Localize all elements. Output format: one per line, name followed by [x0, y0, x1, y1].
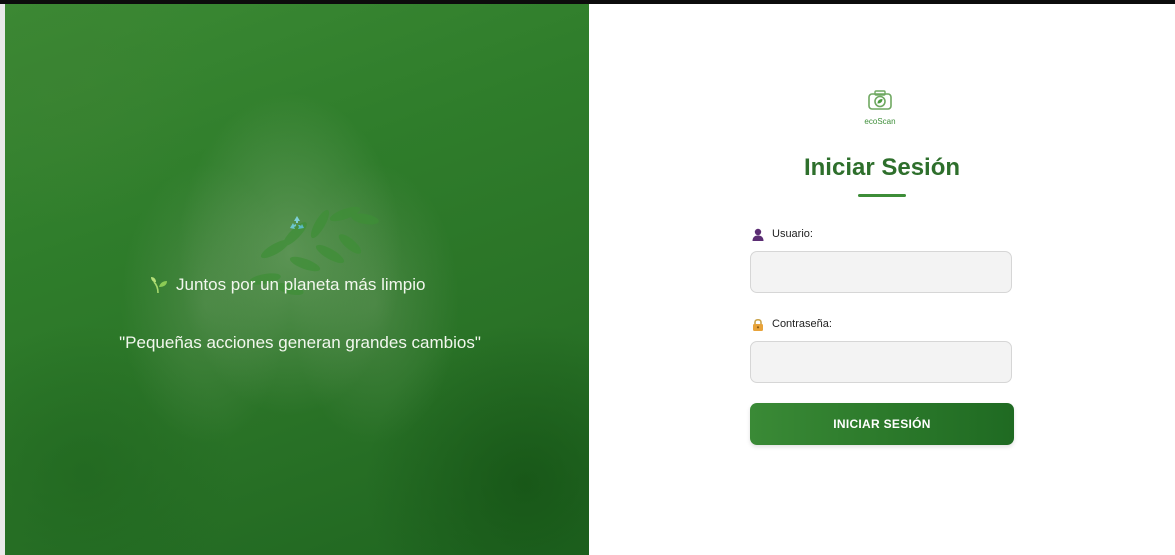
lock-icon	[753, 318, 763, 331]
login-page: Juntos por un planeta más limpio "Pequeñ…	[0, 0, 1175, 555]
login-button[interactable]: INICIAR SESIÓN	[750, 403, 1014, 445]
title-underline	[858, 194, 906, 197]
hero-quote: "Pequeñas acciones generan grandes cambi…	[119, 333, 481, 352]
ecoscan-logo: ecoScan	[852, 89, 908, 131]
username-label: Usuario:	[752, 226, 813, 242]
hero-tagline-text: Juntos por un planeta más limpio	[176, 275, 426, 294]
user-icon	[752, 228, 764, 241]
logo-text: ecoScan	[864, 117, 896, 126]
password-label-text: Contraseña:	[772, 318, 832, 330]
fern-leaves-illustration	[249, 206, 379, 296]
password-input[interactable]	[750, 341, 1012, 383]
page-title: Iniciar Sesión	[803, 154, 961, 181]
recycle-icon	[290, 216, 304, 229]
password-label: Contraseña:	[752, 316, 832, 332]
sprout-icon	[151, 277, 167, 294]
username-input[interactable]	[750, 251, 1012, 293]
camera-leaf-icon	[868, 90, 892, 110]
hero-tagline: Juntos por un planeta más limpio	[150, 272, 470, 298]
username-label-text: Usuario:	[772, 228, 813, 240]
